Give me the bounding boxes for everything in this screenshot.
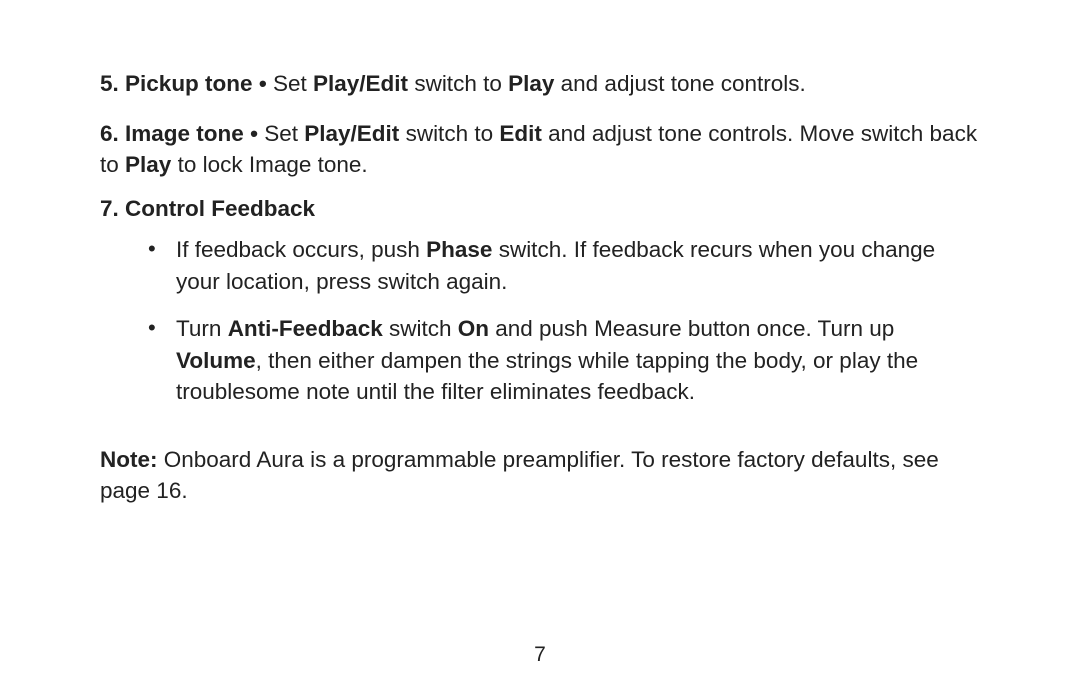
list-item: Turn Anti-Feedback switch On and push Me… — [148, 313, 980, 408]
instruction-item-5: 5. Pickup tone • Set Play/Edit switch to… — [100, 68, 980, 100]
item-6-number: 6. Image tone • — [100, 121, 264, 146]
instruction-item-6: 6. Image tone • Set Play/Edit switch to … — [100, 118, 980, 181]
item-7-bullet-list: If feedback occurs, push Phase switch. I… — [148, 234, 980, 408]
item-5-number: 5. Pickup tone • — [100, 71, 273, 96]
instruction-item-7-header: 7. Control Feedback — [100, 193, 980, 225]
page-number: 7 — [0, 640, 1080, 669]
item-5-text: Set Play/Edit switch to Play and adjust … — [273, 71, 806, 96]
bullet-text: If feedback occurs, push Phase switch. I… — [176, 237, 935, 294]
bullet-text: Turn Anti-Feedback switch On and push Me… — [176, 316, 918, 404]
note-text: Onboard Aura is a programmable preamplif… — [100, 447, 939, 504]
list-item: If feedback occurs, push Phase switch. I… — [148, 234, 980, 297]
note-paragraph: Note: Onboard Aura is a programmable pre… — [100, 444, 980, 507]
note-label: Note: — [100, 447, 158, 472]
